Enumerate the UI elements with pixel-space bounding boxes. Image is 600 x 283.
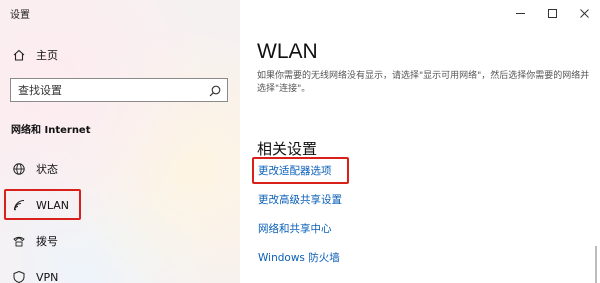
dialup-icon xyxy=(12,234,26,248)
related-settings-title: 相关设置 xyxy=(257,140,318,158)
maximize-icon xyxy=(547,8,557,18)
vpn-icon xyxy=(12,270,26,283)
maximize-button[interactable] xyxy=(536,0,568,26)
minimize-button[interactable] xyxy=(504,0,536,26)
sidebar-item-status-label: 状态 xyxy=(36,163,58,176)
window-title: 设置 xyxy=(10,10,30,21)
search-field[interactable] xyxy=(10,78,228,102)
window-controls xyxy=(504,0,600,26)
minimize-icon xyxy=(515,12,525,14)
scrollbar[interactable] xyxy=(595,246,597,283)
close-icon xyxy=(579,8,589,18)
wlan-highlight-box xyxy=(4,189,81,220)
sidebar-item-home[interactable]: 主页 xyxy=(0,42,240,68)
globe-icon xyxy=(12,162,26,176)
search-icon[interactable] xyxy=(208,83,222,97)
network-sharing-center-link[interactable]: 网络和共享中心 xyxy=(258,221,332,236)
adapter-highlight-box xyxy=(252,157,349,184)
sidebar-item-dialup-label: 拨号 xyxy=(36,235,58,248)
page-title: WLAN xyxy=(257,40,318,63)
windows-firewall-link[interactable]: Windows 防火墙 xyxy=(258,250,340,265)
sidebar-item-status[interactable]: 状态 xyxy=(0,156,240,182)
sidebar-item-vpn-label: VPN xyxy=(36,270,59,283)
home-icon xyxy=(12,48,26,62)
sidebar-item-dialup[interactable]: 拨号 xyxy=(0,228,240,254)
page-description: 如果你需要的无线网络没有显示，请选择"显示可用网络"，然后选择你需要的网络并选择… xyxy=(257,71,590,94)
sidebar: 设置 主页 网络和 Internet 状态 WLAN 拨号 xyxy=(0,0,240,283)
section-title: 网络和 Internet xyxy=(11,125,91,136)
sidebar-item-vpn[interactable]: VPN xyxy=(0,264,240,283)
search-input[interactable] xyxy=(11,79,201,101)
sidebar-item-home-label: 主页 xyxy=(36,49,58,62)
advanced-sharing-settings-link[interactable]: 更改高级共享设置 xyxy=(258,192,342,207)
close-button[interactable] xyxy=(568,0,600,26)
